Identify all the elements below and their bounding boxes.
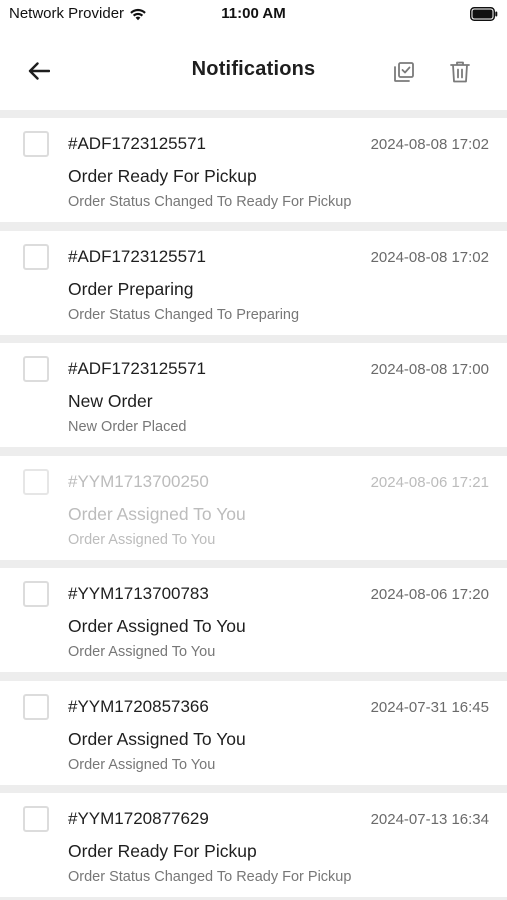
notification-checkbox[interactable] xyxy=(23,468,49,495)
notification-title: New Order xyxy=(68,391,153,411)
notification-item[interactable]: #ADF1723125571 2024-08-08 17:00 New Orde… xyxy=(0,343,507,447)
notification-title: Order Preparing xyxy=(68,278,194,299)
notification-checkbox[interactable] xyxy=(23,131,49,157)
notification-description: Order Assigned To You xyxy=(68,756,216,773)
notification-checkbox[interactable] xyxy=(23,693,49,720)
notification-title: Order Assigned To You xyxy=(68,728,246,749)
notification-title: Order Assigned To You xyxy=(68,616,246,636)
notification-item[interactable]: #YYM1713700783 2024-08-06 17:20 Order As… xyxy=(0,568,507,672)
select-all-button[interactable] xyxy=(390,58,418,86)
order-id: #YYM1713700250 xyxy=(68,471,209,491)
trash-icon xyxy=(450,61,470,83)
order-id: #YYM1720857366 xyxy=(68,696,209,716)
notification-checkbox[interactable] xyxy=(23,581,49,607)
notification-title: Order Ready For Pickup xyxy=(68,166,257,186)
notification-checkbox[interactable] xyxy=(23,806,49,832)
notifications-screen: Network Provider 11:00 AM Notifications xyxy=(0,0,507,900)
status-time: 11:00 AM xyxy=(221,5,286,22)
notification-date: 2024-07-31 16:45 xyxy=(370,698,489,716)
order-id: #ADF1723125571 xyxy=(68,246,207,266)
notification-item[interactable]: #YYM1720877629 2024-07-13 16:34 Order Re… xyxy=(0,793,507,897)
battery-icon xyxy=(470,7,498,21)
notification-description: Order Status Changed To Ready For Pickup xyxy=(68,869,352,885)
order-id: #YYM1720877629 xyxy=(68,809,209,828)
notification-date: 2024-08-08 17:00 xyxy=(370,361,489,378)
notification-title: Order Ready For Pickup xyxy=(68,841,257,861)
notification-description: Order Assigned To You xyxy=(68,644,216,660)
notification-description: New Order Placed xyxy=(68,419,187,435)
notification-checkbox[interactable] xyxy=(23,356,49,382)
page-title: Notifications xyxy=(191,58,316,80)
notification-list: #ADF1723125571 2024-08-08 17:02 Order Re… xyxy=(0,118,507,900)
notification-title: Order Assigned To You xyxy=(68,503,246,524)
notification-item[interactable]: #ADF1723125571 2024-08-08 17:02 Order Pr… xyxy=(0,230,507,335)
delete-button[interactable] xyxy=(446,58,474,86)
order-id: #ADF1723125571 xyxy=(68,134,207,153)
notification-item[interactable]: #YYM1720857366 2024-07-31 16:45 Order As… xyxy=(0,680,507,785)
notification-date: 2024-08-08 17:02 xyxy=(370,136,489,153)
app-header: Notifications xyxy=(0,30,507,110)
notification-date: 2024-08-06 17:20 xyxy=(370,586,489,603)
notification-date: 2024-08-06 17:21 xyxy=(370,473,489,491)
notification-checkbox[interactable] xyxy=(23,243,49,270)
order-id: #ADF1723125571 xyxy=(68,359,207,378)
notification-description: Order Status Changed To Ready For Pickup xyxy=(68,194,352,210)
notification-date: 2024-08-08 17:02 xyxy=(370,248,489,266)
status-bar: Network Provider 11:00 AM xyxy=(0,0,507,30)
copy-check-icon xyxy=(394,62,414,82)
order-id: #YYM1713700783 xyxy=(68,584,209,603)
notification-date: 2024-07-13 16:34 xyxy=(370,811,489,828)
notification-description: Order Assigned To You xyxy=(68,531,216,548)
notification-description: Order Status Changed To Preparing xyxy=(68,306,300,323)
notification-item[interactable]: #ADF1723125571 2024-08-08 17:02 Order Re… xyxy=(0,118,507,222)
notification-item[interactable]: #YYM1713700250 2024-08-06 17:21 Order As… xyxy=(0,455,507,560)
